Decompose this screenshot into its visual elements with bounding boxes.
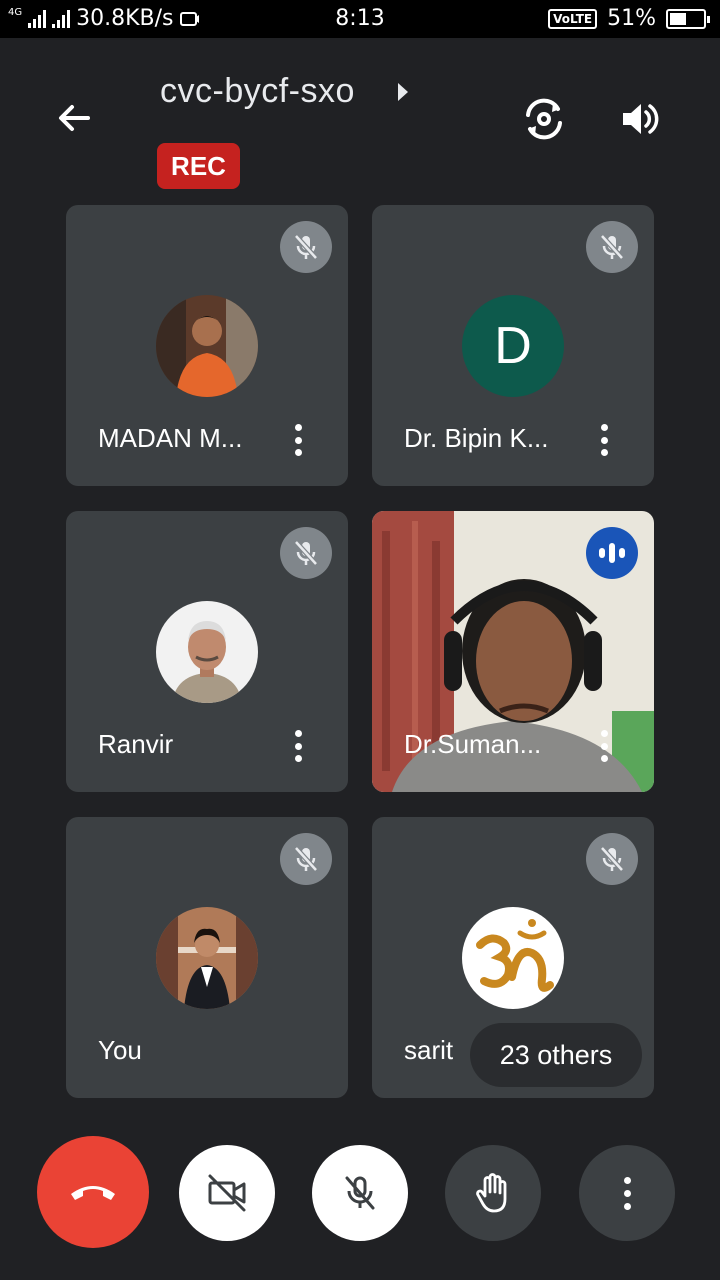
more-vert-icon[interactable] xyxy=(594,421,614,459)
more-vert-icon xyxy=(623,1176,631,1210)
switch-camera-icon[interactable] xyxy=(520,95,568,143)
participant-name: You xyxy=(98,1035,142,1065)
status-bar: 4G 30.8KB/s 8:13 VoLTE 51% xyxy=(0,0,720,38)
participant-tile[interactable]: You xyxy=(66,817,348,1098)
participant-name: sarit xyxy=(404,1035,454,1065)
chevron-right-icon[interactable] xyxy=(398,83,408,101)
participant-name: Dr.Suman... xyxy=(404,729,542,759)
mic-off-icon xyxy=(586,221,638,273)
participant-name: MADAN M... xyxy=(98,423,243,453)
speaker-icon[interactable] xyxy=(617,96,663,142)
battery-icon xyxy=(666,8,710,29)
status-right: VoLTE 51% xyxy=(548,6,710,31)
avatar xyxy=(462,907,564,1009)
mic-toggle-button[interactable] xyxy=(312,1145,408,1241)
participant-tile[interactable]: Ranvir xyxy=(66,511,348,792)
mic-off-icon xyxy=(345,1176,375,1210)
avatar xyxy=(156,601,258,703)
more-vert-icon[interactable] xyxy=(288,727,308,765)
participant-tile[interactable]: MADAN M... xyxy=(66,205,348,486)
avatar xyxy=(156,907,258,1009)
more-vert-icon[interactable] xyxy=(594,727,614,765)
avatar: D xyxy=(462,295,564,397)
mic-off-icon xyxy=(280,221,332,273)
mic-off-icon xyxy=(280,833,332,885)
volte-badge: VoLTE xyxy=(548,8,598,29)
end-call-button[interactable] xyxy=(37,1136,149,1248)
participant-name: Ranvir xyxy=(98,729,174,759)
speaking-indicator-icon xyxy=(586,527,638,579)
hand-icon xyxy=(476,1173,507,1213)
avatar xyxy=(156,295,258,397)
recording-badge: REC xyxy=(157,143,240,189)
phone-end-icon xyxy=(71,1186,115,1200)
participant-name: Dr. Bipin K... xyxy=(404,423,549,453)
participant-tile[interactable]: sarit 23 others xyxy=(372,817,654,1098)
meeting-code[interactable]: cvc-bycf-sxo xyxy=(160,72,355,111)
battery-percent: 51% xyxy=(607,6,656,31)
camera-toggle-button[interactable] xyxy=(179,1145,275,1241)
more-options-button[interactable] xyxy=(579,1145,675,1241)
mic-off-icon xyxy=(280,527,332,579)
more-vert-icon[interactable] xyxy=(288,421,308,459)
back-arrow-icon[interactable] xyxy=(52,96,96,140)
participant-tile-video[interactable]: Dr.Suman... xyxy=(372,511,654,792)
video-off-icon xyxy=(208,1174,246,1212)
others-count-chip[interactable]: 23 others xyxy=(470,1023,642,1087)
participant-tile[interactable]: D Dr. Bipin K... xyxy=(372,205,654,486)
mic-off-icon xyxy=(586,833,638,885)
raise-hand-button[interactable] xyxy=(445,1145,541,1241)
